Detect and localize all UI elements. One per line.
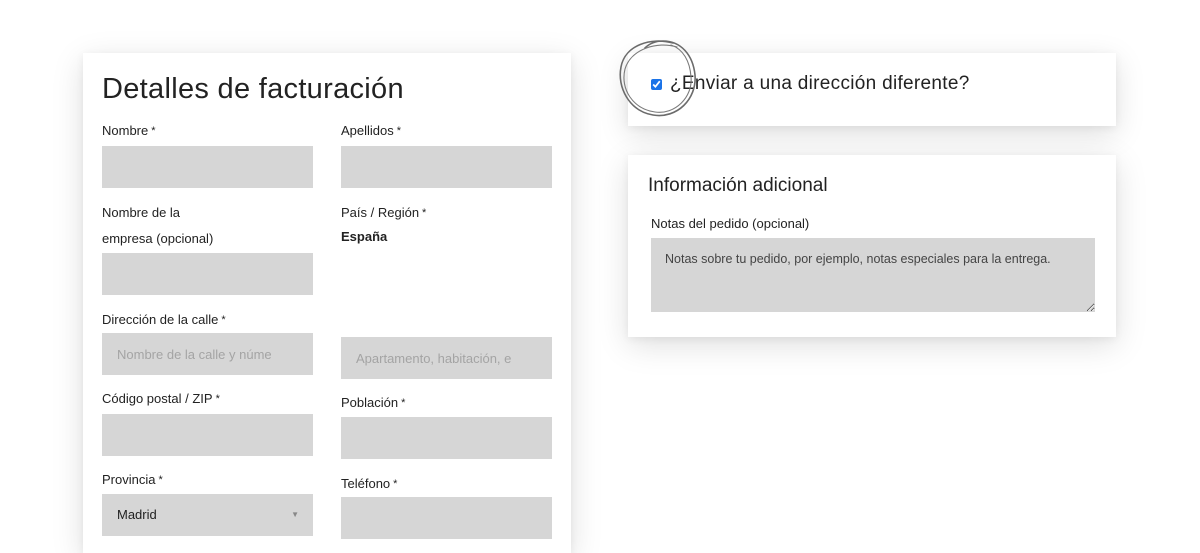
street-label-text: Dirección de la calle [102,312,219,327]
company-label-line1: Nombre de la [102,205,181,220]
additional-information-card: Información adicional Notas del pedido (… [628,155,1116,337]
postcode-label: Código postal / ZIP * [102,386,220,412]
province-label-text: Provincia [102,472,156,487]
last-name-input[interactable] [341,146,552,188]
required-mark: * [215,393,220,405]
billing-details-card: Detalles de facturación Nombre * Apellido… [83,53,571,553]
ship-to-different-address-toggle[interactable]: ¿Enviar a una dirección diferente? [651,73,970,95]
required-mark: * [401,397,406,409]
city-label: Población * [341,390,405,416]
first-name-label-text: Nombre [102,123,149,138]
required-mark: * [151,125,156,137]
phone-label: Teléfono * [341,471,397,497]
province-selected-value: Madrid [117,507,157,522]
country-label-text: País / Región [341,205,420,220]
order-notes-textarea[interactable] [651,238,1095,312]
first-name-input[interactable] [102,146,313,188]
phone-label-text: Teléfono [341,476,391,491]
street-label: Dirección de la calle * [102,307,226,333]
order-notes-label: Notas del pedido (opcional) [651,216,810,231]
additional-information-title: Información adicional [648,175,828,196]
billing-title: Detalles de facturación [102,73,404,105]
last-name-label: Apellidos * [341,118,401,144]
ship-to-different-address-label: ¿Enviar a una dirección diferente? [670,73,970,94]
country-label: País / Región * [341,200,426,226]
ship-to-different-address-card: ¿Enviar a una dirección diferente? [628,53,1116,126]
required-mark: * [393,478,398,490]
postcode-label-text: Código postal / ZIP [102,391,213,406]
province-label: Provincia * [102,467,163,493]
apartment-input[interactable] [341,337,552,379]
company-input[interactable] [102,253,313,295]
province-select[interactable]: Madrid ▼ [102,494,313,536]
country-value: España [341,229,388,244]
city-input[interactable] [341,417,552,459]
city-label-text: Población [341,395,399,410]
first-name-label: Nombre * [102,118,156,144]
postcode-input[interactable] [102,414,313,456]
street-address-input[interactable] [102,333,313,375]
ship-to-different-address-checkbox[interactable] [651,78,662,90]
required-mark: * [221,314,226,326]
required-mark: * [422,207,427,219]
company-label-line2: empresa (opcional) [102,231,214,246]
phone-input[interactable] [341,497,552,539]
required-mark: * [396,125,402,137]
last-name-label-text: Apellidos [341,123,394,138]
required-mark: * [158,474,163,486]
chevron-down-icon: ▼ [291,510,299,519]
